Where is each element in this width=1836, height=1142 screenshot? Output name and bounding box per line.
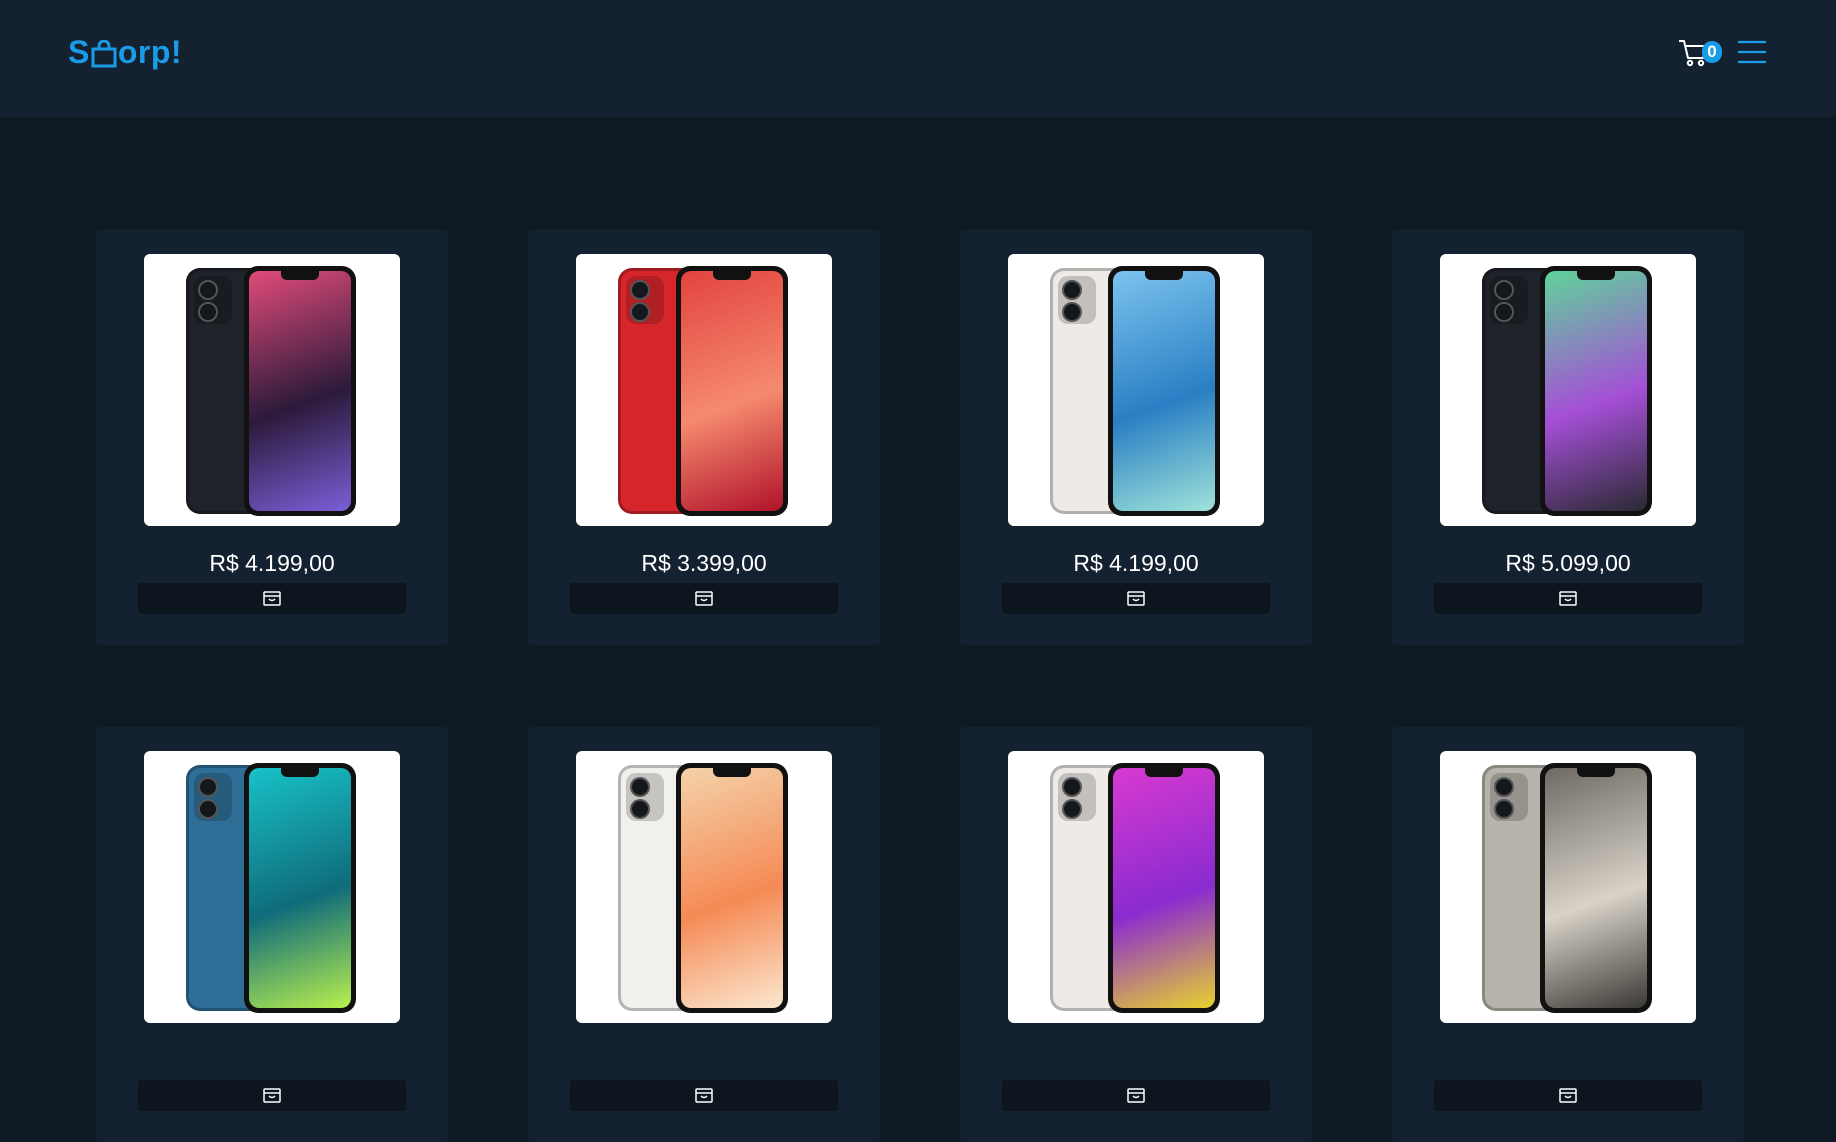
product-image[interactable] [1440,751,1696,1023]
product-card [528,727,880,1142]
shopping-bag-icon [1127,591,1145,606]
cart-button[interactable]: 0 [1678,36,1722,70]
phone-screen-illustration [1540,763,1652,1013]
product-card: R$ 4.199,00 [96,230,448,645]
shopping-bag-icon [695,591,713,606]
add-to-cart-button[interactable] [138,1080,406,1111]
shopping-bag-icon [263,591,281,606]
product-price: R$ 5.099,00 [1505,550,1631,576]
product-image[interactable] [576,254,832,526]
phone-screen-illustration [1108,763,1220,1013]
product-card [960,727,1312,1142]
shopping-bag-icon [263,1088,281,1103]
shopping-bag-icon [695,1088,713,1103]
cart-count-badge: 0 [1702,41,1722,63]
phone-screen-illustration [1108,266,1220,516]
top-navbar: S orp! 0 [0,0,1836,117]
shopping-bag-icon [1127,1088,1145,1103]
product-image[interactable] [576,751,832,1023]
add-to-cart-button[interactable] [570,583,838,614]
brand-logo[interactable]: S orp! [68,34,182,71]
product-card [96,727,448,1142]
product-image[interactable] [1008,254,1264,526]
product-image[interactable] [1440,254,1696,526]
logo-text-prefix: S [68,34,90,70]
add-to-cart-button[interactable] [1002,583,1270,614]
shopping-bag-icon [91,39,117,67]
add-to-cart-button[interactable] [1434,583,1702,614]
phone-screen-illustration [244,763,356,1013]
phone-screen-illustration [676,763,788,1013]
product-image[interactable] [1008,751,1264,1023]
add-to-cart-button[interactable] [1002,1080,1270,1111]
product-card [1392,727,1744,1142]
add-to-cart-button[interactable] [570,1080,838,1111]
product-image[interactable] [144,751,400,1023]
product-card: R$ 4.199,00 [960,230,1312,645]
phone-screen-illustration [1540,266,1652,516]
product-price: R$ 4.199,00 [1073,550,1199,576]
shopping-bag-icon [1559,1088,1577,1103]
hamburger-icon [1738,40,1766,64]
shopping-bag-icon [1559,591,1577,606]
product-price: R$ 3.399,00 [641,550,767,576]
product-image[interactable] [144,254,400,526]
product-price: R$ 4.199,00 [209,550,335,576]
hamburger-menu-button[interactable] [1737,40,1767,66]
product-card: R$ 3.399,00 [528,230,880,645]
product-card: R$ 5.099,00 [1392,230,1744,645]
add-to-cart-button[interactable] [138,583,406,614]
add-to-cart-button[interactable] [1434,1080,1702,1111]
phone-screen-illustration [244,266,356,516]
logo-text-suffix: orp! [117,34,183,70]
phone-screen-illustration [676,266,788,516]
